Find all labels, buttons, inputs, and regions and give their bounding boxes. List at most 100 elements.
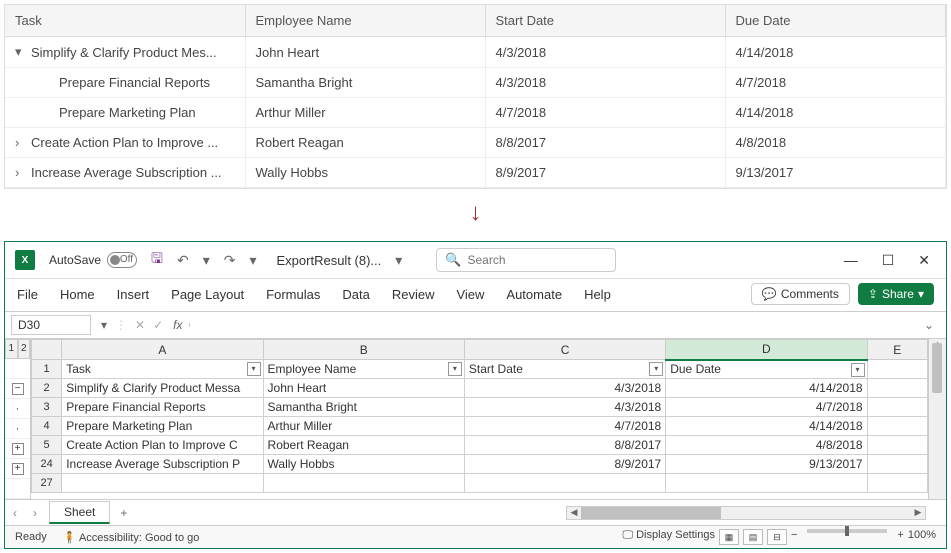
cell[interactable]: [867, 379, 927, 398]
ribbon-tab-file[interactable]: File: [17, 285, 38, 304]
comments-button[interactable]: 💬Comments: [751, 283, 850, 305]
cell[interactable]: Robert Reagan: [263, 436, 464, 455]
formula-cancel-icon[interactable]: ✕: [131, 318, 149, 332]
tree-row[interactable]: ›Increase Average Subscription ... Wally…: [5, 158, 946, 188]
formula-enter-icon[interactable]: ✓: [149, 318, 167, 332]
col-header-d[interactable]: D: [666, 340, 867, 360]
row-header[interactable]: 2: [32, 379, 62, 398]
outline-level-2[interactable]: 2: [18, 339, 31, 359]
cell-e1[interactable]: [867, 360, 927, 379]
redo-icon[interactable]: ↷: [224, 252, 236, 269]
zoom-out-button[interactable]: −: [791, 529, 797, 545]
tree-collapsed-icon[interactable]: ›: [15, 135, 25, 150]
row-header[interactable]: 27: [32, 474, 62, 493]
col-header-e[interactable]: E: [867, 340, 927, 360]
share-button[interactable]: ⇪Share ▾: [858, 283, 934, 305]
cell[interactable]: Arthur Miller: [263, 417, 464, 436]
cell[interactable]: Prepare Financial Reports: [62, 398, 263, 417]
zoom-slider[interactable]: [807, 529, 887, 533]
undo-icon[interactable]: ↶: [177, 252, 189, 269]
sheet-nav-prev-icon[interactable]: ‹: [5, 506, 25, 520]
row-header[interactable]: 3: [32, 398, 62, 417]
minimize-button[interactable]: —: [844, 252, 858, 269]
page-layout-view-icon[interactable]: ▤: [743, 529, 763, 545]
col-header-task[interactable]: Task: [5, 5, 245, 37]
cell[interactable]: Prepare Marketing Plan: [62, 417, 263, 436]
title-dropdown-icon[interactable]: ▾: [395, 252, 402, 269]
cell-b1[interactable]: Employee Name▾: [263, 360, 464, 379]
row-header[interactable]: 24: [32, 455, 62, 474]
cell-d1[interactable]: Due Date▾: [666, 360, 867, 379]
cell[interactable]: [867, 398, 927, 417]
filter-icon[interactable]: ▾: [247, 362, 261, 376]
add-sheet-button[interactable]: +: [110, 506, 137, 520]
name-box-dropdown-icon[interactable]: ▾: [97, 318, 111, 332]
horizontal-scrollbar[interactable]: ◀ ▶: [566, 506, 926, 520]
scroll-thumb[interactable]: [932, 343, 942, 393]
search-input[interactable]: [468, 253, 608, 267]
filter-icon[interactable]: ▾: [851, 363, 865, 377]
scroll-right-icon[interactable]: ▶: [911, 507, 925, 518]
ribbon-tab-view[interactable]: View: [456, 285, 484, 304]
outline-level-1[interactable]: 1: [5, 339, 18, 359]
outline-plus-icon[interactable]: +: [12, 443, 24, 455]
cell[interactable]: 8/9/2017: [464, 455, 665, 474]
col-header-employee[interactable]: Employee Name: [245, 5, 485, 37]
fx-icon[interactable]: fx: [167, 318, 188, 332]
scroll-left-icon[interactable]: ◀: [567, 507, 581, 518]
cell[interactable]: Simplify & Clarify Product Messa: [62, 379, 263, 398]
cell[interactable]: 4/14/2018: [666, 379, 867, 398]
cell[interactable]: [464, 474, 665, 493]
cell[interactable]: 4/14/2018: [666, 417, 867, 436]
page-break-view-icon[interactable]: ⊟: [767, 529, 787, 545]
cell-c1[interactable]: Start Date▾: [464, 360, 665, 379]
col-header-due[interactable]: Due Date: [725, 5, 946, 37]
close-button[interactable]: ✕: [918, 252, 930, 269]
ribbon-tab-home[interactable]: Home: [60, 285, 95, 304]
tree-collapsed-icon[interactable]: ›: [15, 165, 25, 180]
cell[interactable]: Increase Average Subscription P: [62, 455, 263, 474]
ribbon-tab-data[interactable]: Data: [342, 285, 369, 304]
cell[interactable]: [867, 436, 927, 455]
col-header-c[interactable]: C: [464, 340, 665, 360]
document-title[interactable]: ExportResult (8)...: [277, 253, 382, 268]
cell[interactable]: 4/7/2018: [464, 417, 665, 436]
undo-dropdown-icon[interactable]: ▾: [203, 252, 210, 269]
cell[interactable]: 4/8/2018: [666, 436, 867, 455]
cell[interactable]: John Heart: [263, 379, 464, 398]
name-box[interactable]: D30: [11, 315, 91, 335]
formula-expand-icon[interactable]: ⌄: [918, 318, 940, 332]
accessibility-status[interactable]: 🧍 Accessibility: Good to go: [63, 531, 200, 544]
tree-row[interactable]: Prepare Financial Reports Samantha Brigh…: [5, 68, 946, 98]
cell[interactable]: [867, 417, 927, 436]
tree-expanded-icon[interactable]: ▾: [15, 44, 25, 60]
cell[interactable]: [666, 474, 867, 493]
cell[interactable]: Create Action Plan to Improve C: [62, 436, 263, 455]
tree-row[interactable]: Prepare Marketing Plan Arthur Miller 4/7…: [5, 98, 946, 128]
outline-minus-icon[interactable]: −: [12, 383, 24, 395]
tree-row[interactable]: ›Create Action Plan to Improve ... Rober…: [5, 128, 946, 158]
vertical-scrollbar[interactable]: ▲: [928, 339, 946, 499]
tree-row[interactable]: ▾Simplify & Clarify Product Mes... John …: [5, 37, 946, 68]
cell[interactable]: [263, 474, 464, 493]
formula-input[interactable]: [189, 323, 918, 327]
outline-plus-icon[interactable]: +: [12, 463, 24, 475]
cell[interactable]: [62, 474, 263, 493]
cell[interactable]: [867, 474, 927, 493]
ribbon-tab-formulas[interactable]: Formulas: [266, 285, 320, 304]
maximize-button[interactable]: ☐: [882, 252, 895, 269]
normal-view-icon[interactable]: ▦: [719, 529, 739, 545]
ribbon-tab-automate[interactable]: Automate: [506, 285, 562, 304]
ribbon-tab-help[interactable]: Help: [584, 285, 611, 304]
ribbon-tab-insert[interactable]: Insert: [117, 285, 150, 304]
cell[interactable]: 4/3/2018: [464, 379, 665, 398]
select-all-corner[interactable]: [32, 340, 62, 360]
col-header-b[interactable]: B: [263, 340, 464, 360]
row-header[interactable]: 4: [32, 417, 62, 436]
sheet-tab[interactable]: Sheet: [49, 501, 110, 524]
cell[interactable]: 8/8/2017: [464, 436, 665, 455]
cell[interactable]: Wally Hobbs: [263, 455, 464, 474]
save-icon[interactable]: 🖫: [151, 248, 163, 272]
filter-icon[interactable]: ▾: [649, 362, 663, 376]
cell[interactable]: [867, 455, 927, 474]
